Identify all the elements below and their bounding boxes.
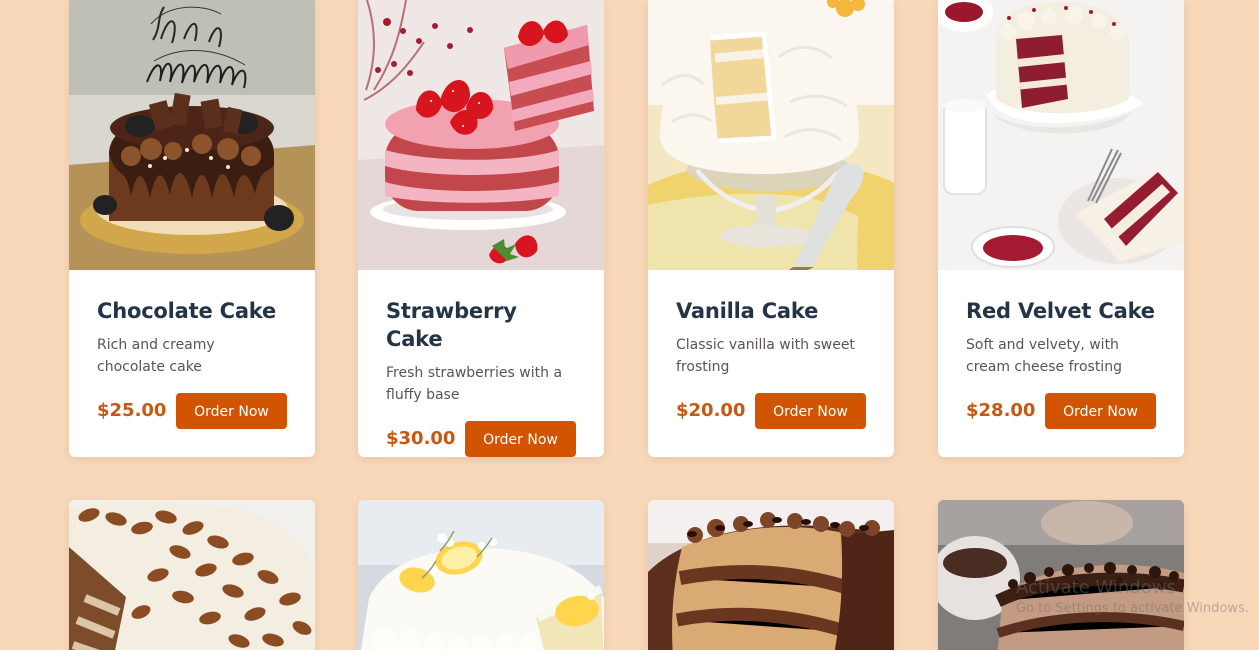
pecan-cake-image: [69, 500, 315, 650]
cake-card-pecan: [69, 500, 315, 650]
chocolate-layer-cake-image: [648, 500, 894, 650]
cake-title: Red Velvet Cake: [966, 299, 1155, 323]
cake-card-lemon: [358, 500, 604, 650]
order-now-button[interactable]: Order Now: [465, 421, 576, 457]
cake-menu-page: Chocolate Cake Rich and creamy chocolate…: [0, 0, 1259, 650]
vanilla-cake-image: [648, 0, 894, 270]
cake-price: $25.00: [97, 400, 167, 421]
cake-description: Soft and velvety, with cream cheese fros…: [966, 337, 1122, 375]
cake-card-vanilla: Vanilla Cake Classic vanilla with sweet …: [648, 0, 894, 457]
cake-card-chocolate: Chocolate Cake Rich and creamy chocolate…: [69, 0, 315, 457]
cake-title: Strawberry Cake: [386, 299, 517, 351]
cake-description: Fresh strawberries with a fluffy base: [386, 365, 563, 403]
order-now-button[interactable]: Order Now: [176, 393, 287, 429]
cake-description: Rich and creamy chocolate cake: [97, 337, 215, 375]
cake-card-red-velvet: Red Velvet Cake Soft and velvety, with c…: [938, 0, 1184, 457]
order-now-button[interactable]: Order Now: [1045, 393, 1156, 429]
chocolate-mousse-cake-image: [938, 500, 1184, 650]
strawberry-cake-image: [358, 0, 604, 270]
cake-card-chocolate-layer: [648, 500, 894, 650]
red-velvet-cake-image: [938, 0, 1184, 270]
cake-card-chocolate-mousse: [938, 500, 1184, 650]
cake-description: Classic vanilla with sweet frosting: [676, 337, 855, 375]
cake-card-strawberry: Strawberry Cake Fresh strawberries with …: [358, 0, 604, 457]
order-now-button[interactable]: Order Now: [755, 393, 866, 429]
cake-title: Vanilla Cake: [676, 299, 819, 323]
chocolate-cake-image: [69, 0, 315, 270]
cake-price: $30.00: [386, 428, 456, 449]
lemon-cake-image: [358, 500, 604, 650]
cake-price: $28.00: [966, 400, 1036, 421]
cake-title: Chocolate Cake: [97, 299, 277, 323]
cake-price: $20.00: [676, 400, 746, 421]
